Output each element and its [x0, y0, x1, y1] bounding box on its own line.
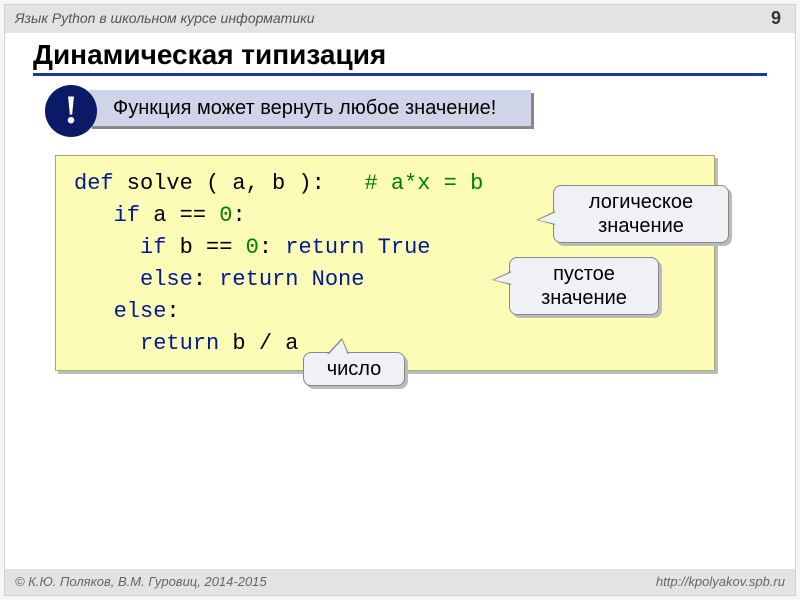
- kw-def: def: [74, 171, 114, 196]
- code-comment: # a*x = b: [364, 171, 483, 196]
- callout-empty: пустое значение: [509, 257, 659, 315]
- code-text: :: [259, 235, 285, 260]
- code-text: b / a: [219, 331, 298, 356]
- page-number: 9: [771, 8, 781, 29]
- kw-return: return: [219, 267, 298, 292]
- code-true: True: [364, 235, 430, 260]
- code-text: solve ( a, b ):: [114, 171, 365, 196]
- slide: Язык Python в школьном курсе информатики…: [4, 4, 796, 596]
- slide-title: Динамическая типизация: [33, 39, 767, 76]
- code-text: b ==: [166, 235, 245, 260]
- kw-if: if: [114, 203, 140, 228]
- callout-label: пустое значение: [524, 262, 644, 310]
- kw-else: else: [140, 267, 193, 292]
- footer-copyright: © К.Ю. Поляков, В.М. Гуровиц, 2014-2015: [15, 574, 267, 589]
- code-text: a ==: [140, 203, 219, 228]
- footer-bar: © К.Ю. Поляков, В.М. Гуровиц, 2014-2015 …: [5, 569, 795, 595]
- kw-else: else: [114, 299, 167, 324]
- kw-return: return: [140, 331, 219, 356]
- attention-banner: Функция может вернуть любое значение!: [89, 90, 531, 126]
- kw-return: return: [285, 235, 364, 260]
- callout-label: логическое значение: [568, 190, 714, 238]
- footer-url: http://kpolyakov.spb.ru: [656, 574, 785, 589]
- code-none: None: [298, 267, 364, 292]
- code-num: 0: [219, 203, 232, 228]
- header-course: Язык Python в школьном курсе информатики: [15, 10, 315, 26]
- code-text: :: [166, 299, 179, 324]
- callout-number: число: [303, 352, 405, 386]
- code-text: :: [232, 203, 245, 228]
- attention-icon: !: [45, 85, 97, 137]
- kw-if: if: [140, 235, 166, 260]
- code-text: :: [193, 267, 219, 292]
- callout-logical: логическое значение: [553, 185, 729, 243]
- callout-label: число: [327, 358, 382, 380]
- code-num: 0: [246, 235, 259, 260]
- header-bar: Язык Python в школьном курсе информатики…: [5, 5, 795, 33]
